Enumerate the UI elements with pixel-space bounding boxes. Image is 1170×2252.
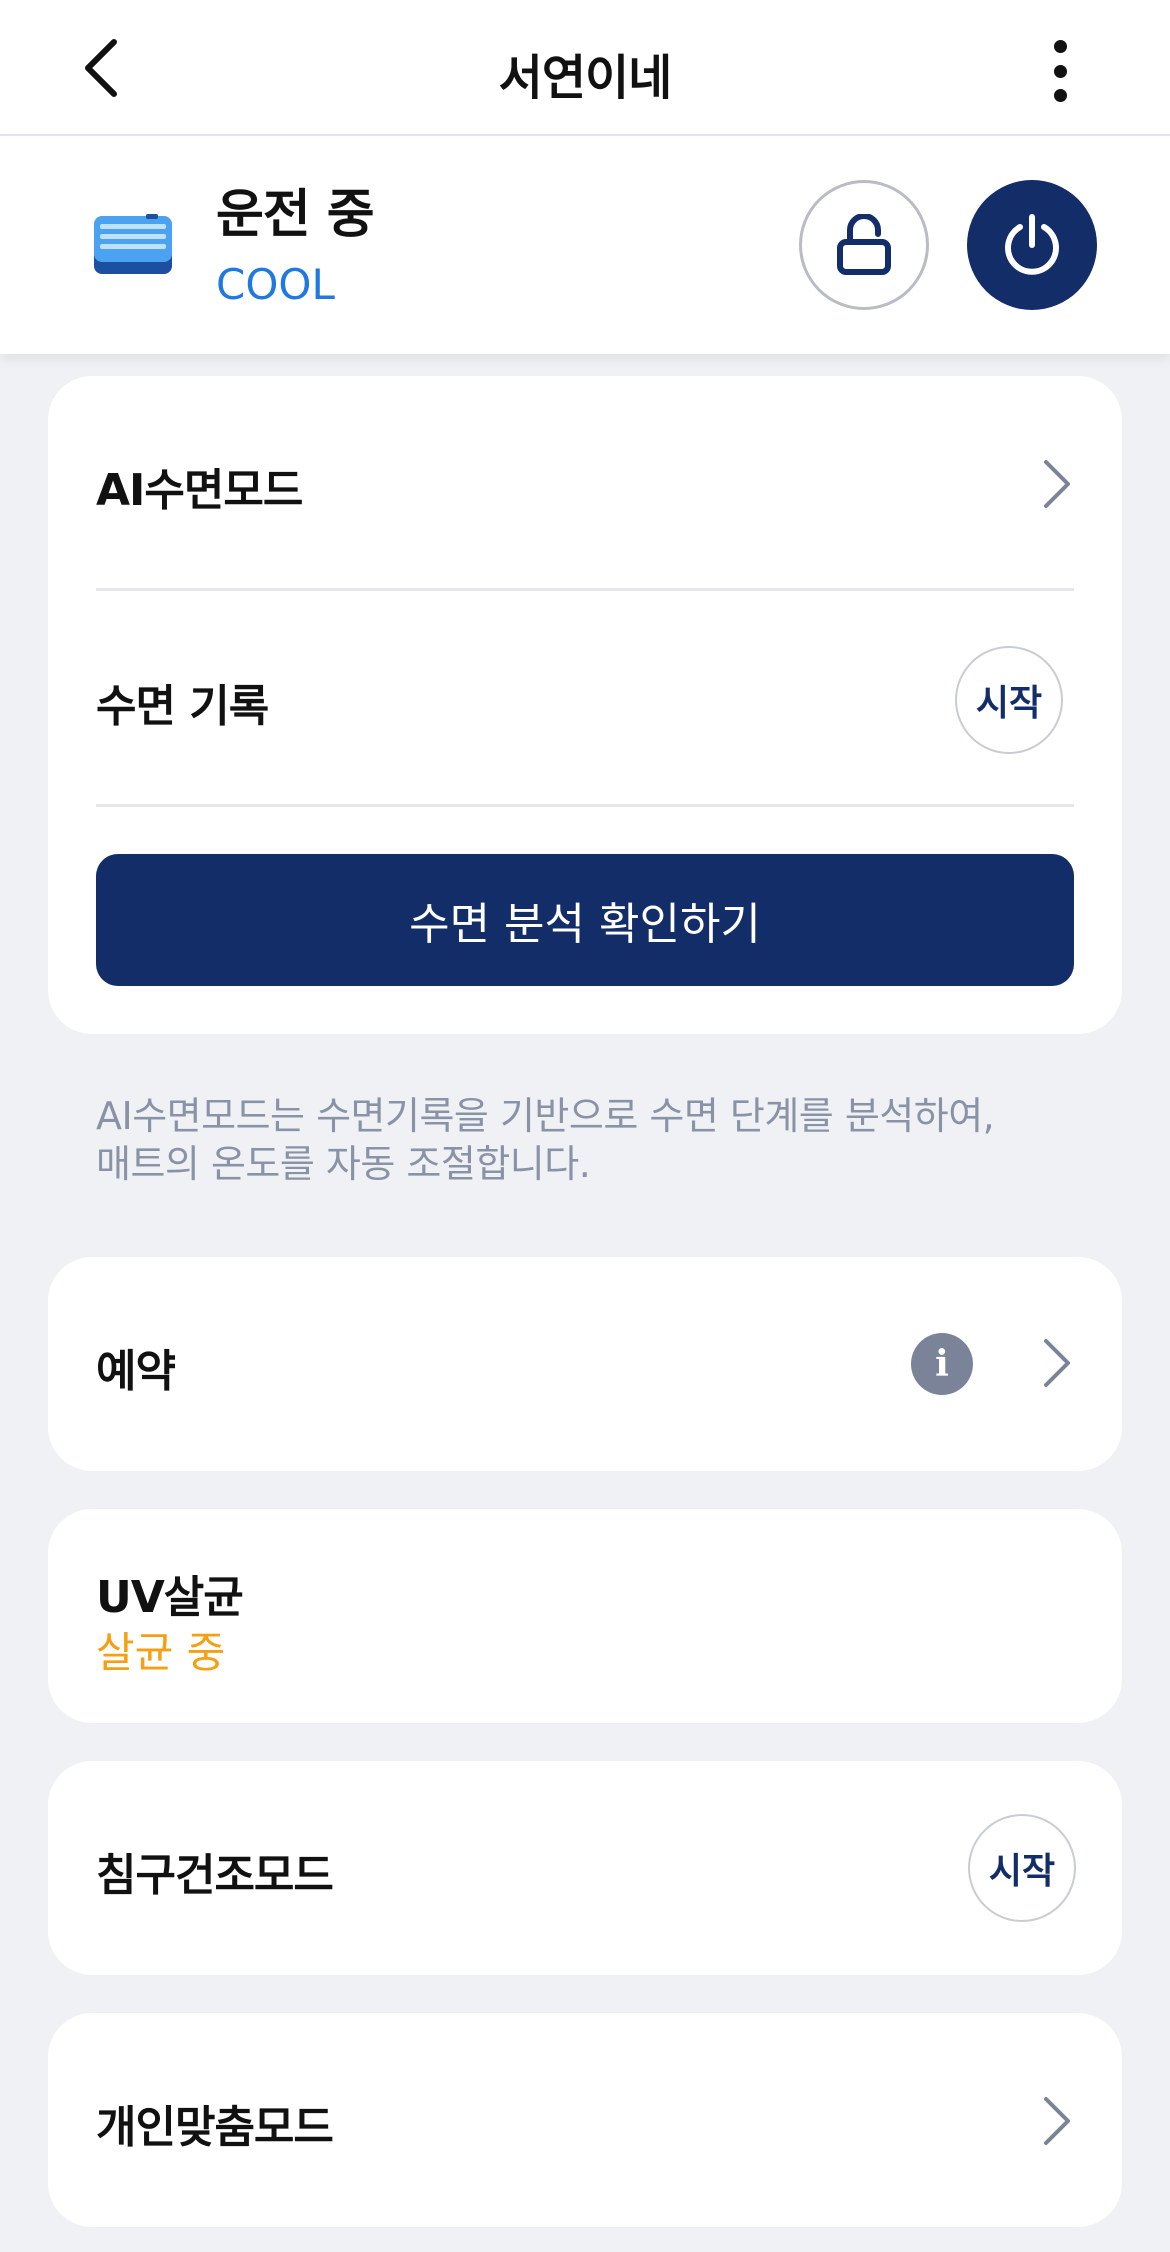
uv-sterilization-card: UV살균 살균 중 <box>48 1509 1122 1723</box>
sleep-card: AI수면모드 수면 기록 시작 수면 분석 확인하기 <box>48 376 1122 1034</box>
page-title: 서연이네 <box>498 50 673 106</box>
uv-label: UV살균 <box>96 1572 244 1623</box>
ai-sleep-description: AI수면모드는 수면기록을 기반으로 수면 단계를 분석하여, 매트의 온도를 … <box>96 1092 1086 1188</box>
more-options-button[interactable] <box>1030 36 1090 106</box>
unlock-icon <box>837 214 891 275</box>
chevron-right-icon <box>1044 2097 1070 2145</box>
more-dot <box>1053 64 1067 78</box>
bedding-dry-label: 침구건조모드 <box>96 1850 334 1901</box>
reservation-card[interactable]: 예약 i <box>48 1257 1122 1471</box>
device-status-panel: 운전 중 COOL <box>0 136 1170 354</box>
reservation-label: 예약 <box>96 1346 176 1397</box>
ai-sleep-mode-row[interactable]: AI수면모드 <box>48 376 1122 588</box>
power-icon <box>1005 214 1059 275</box>
ai-sleep-mode-label: AI수면모드 <box>96 465 303 516</box>
bedding-dry-start-button[interactable]: 시작 <box>968 1814 1076 1922</box>
info-icon[interactable]: i <box>911 1333 973 1395</box>
divider <box>96 804 1074 807</box>
description-line: 매트의 온도를 자동 조절합니다. <box>96 1142 591 1186</box>
power-button[interactable] <box>967 180 1097 310</box>
more-dot <box>1053 40 1067 53</box>
operation-mode: COOL <box>216 260 335 309</box>
custom-mode-card[interactable]: 개인맞춤모드 <box>48 2013 1122 2227</box>
uv-status: 살균 중 <box>96 1628 226 1677</box>
mattress-icon <box>94 214 172 274</box>
app-header: 서연이네 <box>0 0 1170 136</box>
description-line: AI수면모드는 수면기록을 기반으로 수면 단계를 분석하여, <box>96 1094 995 1138</box>
custom-mode-label: 개인맞춤모드 <box>96 2102 334 2153</box>
operation-status: 운전 중 <box>216 185 375 245</box>
bedding-dry-card: 침구건조모드 시작 <box>48 1761 1122 1975</box>
sleep-record-start-button[interactable]: 시작 <box>955 646 1063 754</box>
sleep-record-label: 수면 기록 <box>96 681 269 732</box>
more-dot <box>1053 89 1067 102</box>
chevron-right-icon <box>1044 1339 1070 1387</box>
child-lock-button[interactable] <box>799 180 929 310</box>
sleep-analysis-button[interactable]: 수면 분석 확인하기 <box>96 854 1074 986</box>
chevron-right-icon <box>1044 460 1070 508</box>
divider <box>96 588 1074 591</box>
